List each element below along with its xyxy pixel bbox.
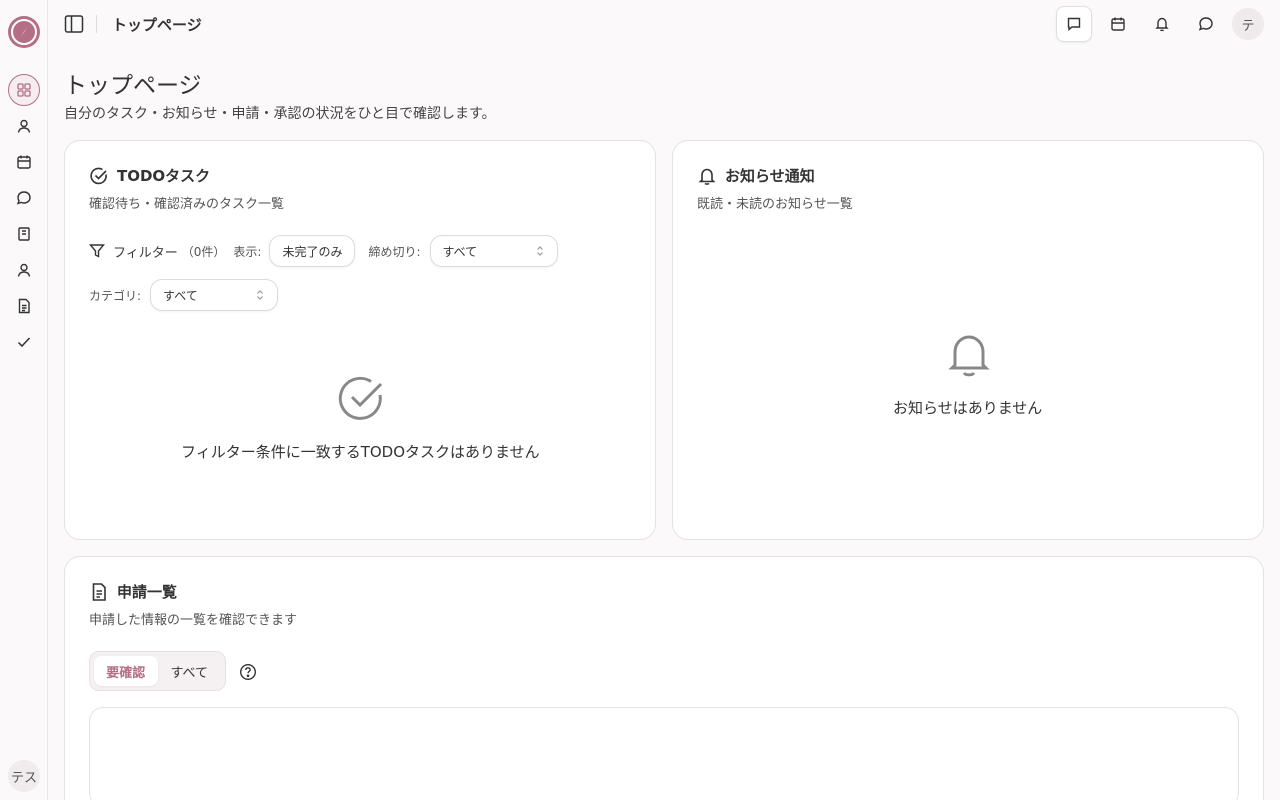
sidebar-toggle-icon: [64, 15, 84, 33]
filter-icon: [89, 244, 105, 258]
display-label: 表示:: [233, 244, 262, 259]
bell-icon: [698, 168, 716, 185]
notification-button[interactable]: [1144, 6, 1180, 42]
top-header: トップページ テ: [48, 0, 1280, 48]
chevron-updown-icon: [257, 290, 263, 300]
check-icon: [17, 337, 31, 348]
compass-icon: [11, 19, 37, 45]
empty-bell-icon: [948, 335, 990, 377]
todo-subtitle: 確認待ち・確認済みのタスク一覧: [89, 197, 285, 212]
applications-subtitle: 申請した情報の一覧を確認できます: [89, 613, 298, 628]
sidebar-item-chat[interactable]: [12, 186, 36, 210]
user-icon: [17, 119, 31, 133]
dashboard-icon: [17, 83, 31, 97]
document-icon: [18, 298, 30, 314]
message-button[interactable]: [1056, 6, 1092, 42]
notice-empty-message: お知らせはありません: [893, 399, 1043, 417]
tab-all[interactable]: すべて: [158, 656, 222, 686]
category-label: カテゴリ:: [89, 288, 142, 303]
notice-card: お知らせ通知 既読・未読のお知らせ一覧 お知らせはありません: [672, 140, 1264, 540]
notice-title: お知らせ通知: [725, 167, 815, 185]
check-circle-icon: [90, 167, 107, 184]
notice-subtitle: 既読・未読のお知らせ一覧: [697, 197, 853, 212]
page-subtitle: 自分のタスク・お知らせ・申請・承認の状況をひと目で確認します。: [64, 106, 496, 122]
applications-tabs: 要確認 すべて: [89, 651, 226, 691]
header-divider: [96, 15, 97, 33]
calendar-icon: [17, 155, 31, 169]
category-select-value: すべて: [163, 288, 198, 303]
deadline-label: 締め切り:: [368, 244, 421, 259]
filter-count: （0件）: [181, 244, 226, 259]
todo-empty-message: フィルター条件に一致するTODOタスクはありません: [181, 443, 540, 461]
empty-check-icon: [338, 376, 383, 420]
sidebar-toggle-button[interactable]: [62, 12, 86, 36]
deadline-select[interactable]: すべて: [429, 235, 558, 267]
todo-card: TODOタスク 確認待ち・確認済みのタスク一覧 フィルター （0件） 表示: 未…: [64, 140, 656, 540]
sidebar-item-document[interactable]: [12, 294, 36, 318]
message-icon: [1067, 17, 1081, 31]
sidebar-item-book[interactable]: [12, 222, 36, 246]
todo-filter-row: フィルター （0件） 表示: 未完了のみ 締め切り: すべて: [89, 235, 558, 267]
sidebar-avatar-label: テス: [10, 770, 37, 786]
category-select[interactable]: すべて: [150, 279, 279, 311]
document-icon: [92, 582, 106, 601]
chat-icon: [1198, 17, 1213, 31]
display-filter-button[interactable]: 未完了のみ: [269, 235, 356, 267]
app-logo[interactable]: [8, 16, 40, 48]
deadline-select-value: すべて: [442, 244, 478, 259]
bell-icon: [1155, 17, 1169, 32]
help-icon[interactable]: [239, 663, 257, 681]
applications-table: [89, 707, 1239, 800]
tab-needs-review-label: 要確認: [106, 665, 146, 681]
calendar-button[interactable]: [1100, 6, 1136, 42]
applications-title: 申請一覧: [117, 583, 178, 601]
display-filter-value: 未完了のみ: [282, 244, 343, 259]
tab-needs-review[interactable]: 要確認: [94, 656, 158, 686]
sidebar: テス: [0, 0, 48, 800]
todo-category-row: カテゴリ: すべて: [89, 279, 279, 311]
tab-all-label: すべて: [170, 665, 209, 681]
person-icon: [17, 263, 31, 277]
user-avatar[interactable]: テ: [1232, 8, 1264, 40]
todo-title: TODOタスク: [117, 167, 211, 185]
page-title: トップページ: [64, 73, 202, 99]
chevron-updown-icon: [536, 246, 543, 256]
user-avatar-initial: テ: [1241, 18, 1255, 34]
sidebar-item-dashboard[interactable]: [8, 74, 40, 106]
header-title: トップページ: [112, 16, 202, 34]
chat-button[interactable]: [1188, 6, 1224, 42]
calendar-icon: [1111, 17, 1125, 31]
sidebar-item-calendar[interactable]: [12, 150, 36, 174]
applications-card: 申請一覧 申請した情報の一覧を確認できます 要確認 すべて: [64, 556, 1264, 800]
sidebar-item-person[interactable]: [12, 258, 36, 282]
chat-icon: [16, 191, 31, 205]
filter-label: フィルター: [113, 245, 178, 261]
sidebar-avatar[interactable]: テス: [8, 760, 40, 792]
book-icon: [18, 227, 30, 241]
sidebar-item-user[interactable]: [12, 114, 36, 138]
sidebar-item-approval[interactable]: [12, 330, 36, 354]
